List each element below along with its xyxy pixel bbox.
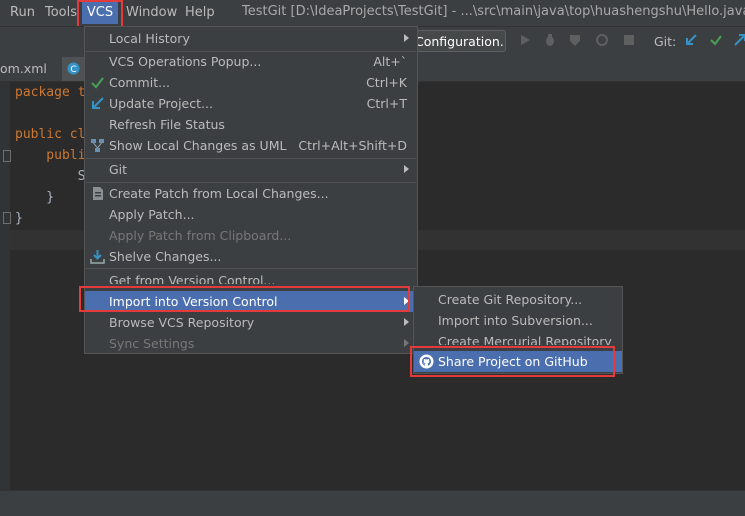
vcs-highlight-box — [77, 0, 123, 29]
menu-item-update-project[interactable]: Update Project... Ctrl+T — [85, 93, 417, 114]
submenu-item-create-git-repository[interactable]: Create Git Repository... — [414, 289, 622, 310]
menu-help[interactable]: Help — [185, 5, 215, 20]
menu-item-vcs-operations-popup[interactable]: VCS Operations Popup... Alt+` — [85, 51, 417, 72]
fold-marker-icon[interactable] — [3, 212, 11, 224]
code-line-3: public cl — [15, 127, 86, 142]
menu-item-apply-patch-clipboard: Apply Patch from Clipboard... — [109, 228, 292, 243]
import-highlight-box — [79, 286, 410, 312]
submenu-item-create-mercurial-repository[interactable]: Create Mercurial Repository — [414, 331, 622, 345]
menu-item-apply-patch[interactable]: Apply Patch... — [85, 204, 417, 225]
commit-check-icon — [91, 77, 104, 89]
window-title: TestGit [D:\IdeaProjects\TestGit] - ...\… — [242, 4, 745, 19]
menu-separator — [86, 268, 416, 269]
menu-item-show-local-changes-uml[interactable]: Show Local Changes as UML Ctrl+Alt+Shift+… — [85, 135, 417, 156]
code-line-7: } — [15, 211, 23, 226]
patch-file-icon — [93, 187, 103, 200]
update-arrow-icon — [92, 97, 104, 109]
debug-icon[interactable] — [543, 33, 557, 47]
git-update-icon[interactable] — [684, 33, 698, 47]
git-label: Git: — [654, 34, 677, 49]
shelve-icon — [90, 250, 105, 264]
menu-item-create-patch[interactable]: Create Patch from Local Changes... — [85, 183, 417, 204]
menu-item-git[interactable]: Git — [85, 159, 417, 180]
fold-marker-icon[interactable] — [3, 150, 11, 162]
menu-run[interactable]: Run — [10, 5, 35, 20]
menu-item-sync-settings: Sync Settings — [85, 333, 417, 354]
submenu-arrow-icon — [404, 165, 409, 173]
submenu-arrow-icon — [404, 34, 409, 42]
coverage-icon[interactable] — [568, 33, 582, 47]
github-highlight-box — [410, 346, 615, 377]
menu-item-local-history[interactable]: Local History — [85, 28, 417, 49]
run-icon[interactable] — [518, 33, 532, 47]
code-line-5: S — [15, 169, 86, 184]
menu-item-shelve-changes[interactable]: Shelve Changes... — [85, 246, 417, 267]
profile-icon[interactable] — [595, 33, 609, 47]
code-line-1: package t — [15, 85, 86, 100]
uml-diagram-icon — [91, 139, 104, 152]
run-configuration-selector[interactable]: Configuration... — [408, 30, 506, 52]
editor-gutter — [0, 82, 10, 490]
submenu-item-import-into-subversion[interactable]: Import into Subversion... — [414, 310, 622, 331]
menu-item-refresh-file-status[interactable]: Refresh File Status — [85, 114, 417, 135]
menu-window[interactable]: Window — [126, 5, 177, 20]
menu-item-get-from-vcs[interactable]: Get from Version Control... — [85, 270, 417, 284]
git-commit-icon[interactable] — [709, 33, 723, 47]
code-line-6: } — [15, 190, 55, 205]
code-line-4: publi — [15, 148, 86, 163]
tab-hello-java[interactable]: C — [62, 57, 84, 81]
stop-icon[interactable] — [622, 33, 636, 47]
menu-tools[interactable]: Tools — [45, 5, 77, 20]
git-push-icon[interactable] — [733, 33, 745, 47]
tab-pom-xml[interactable]: om.xml — [0, 57, 60, 81]
menu-item-browse-vcs-repository[interactable]: Browse VCS Repository — [85, 312, 417, 333]
status-bar — [0, 490, 745, 516]
java-class-icon: C — [67, 62, 80, 75]
submenu-arrow-icon — [404, 339, 409, 347]
svg-text:C: C — [70, 65, 76, 75]
submenu-arrow-icon — [404, 318, 409, 326]
menu-item-commit[interactable]: Commit... Ctrl+K — [85, 72, 417, 93]
